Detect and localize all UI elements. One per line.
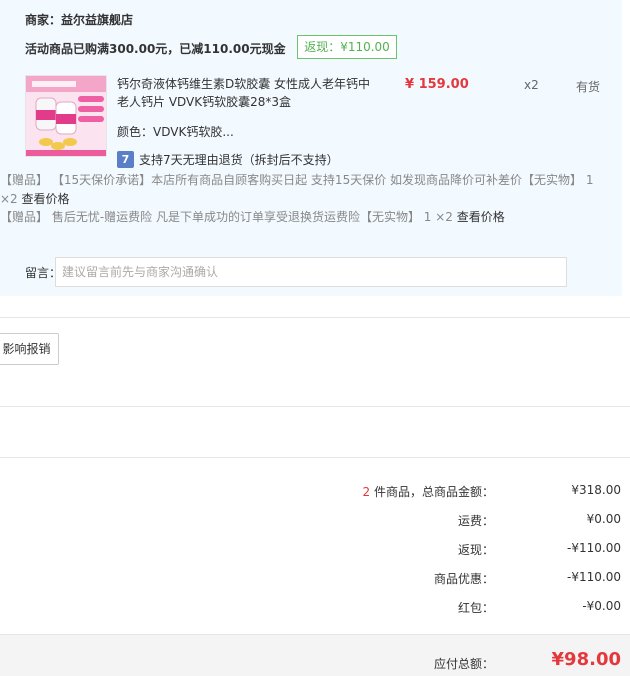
- rebate-amount: -¥110.00: [567, 541, 621, 555]
- discount-amount: -¥110.00: [567, 570, 621, 584]
- gift-text: 售后无忧-赠运费险 凡是下单成功的订单享受退换货运费险【无实物】 1 ×2: [51, 210, 453, 224]
- rebate-badge: 返现：¥110.00: [297, 35, 397, 59]
- view-price-link[interactable]: 查看价格: [22, 192, 70, 206]
- divider: [0, 317, 630, 318]
- gift-item: 【赠品】 售后无忧-赠运费险 凡是下单成功的订单享受退换货运费险【无实物】 1 …: [0, 208, 600, 227]
- merchant-name: 商家：益尔益旗舰店: [25, 13, 134, 27]
- redpack-label: 红包：: [457, 601, 494, 615]
- items-count-label: 2 件商品，总商品金额：: [362, 485, 494, 499]
- summary-rebate-row: 返现： -¥110.00: [0, 541, 630, 561]
- total-bar: 应付总额： ¥98.00: [0, 634, 630, 676]
- return-policy: 7 支持7天无理由退货（拆封后不支持）: [117, 151, 339, 168]
- shipping-amount: ¥0.00: [586, 512, 621, 526]
- summary-items-row: 2 件商品，总商品金额： ¥318.00: [0, 483, 630, 503]
- gift-tag: 【赠品】: [0, 173, 49, 187]
- summary-shipping-row: 运费： ¥0.00: [0, 512, 630, 532]
- shop-section: 商家：益尔益旗舰店 活动商品已购满300.00元，已减110.00元现金 返现：…: [0, 0, 622, 296]
- product-thumbnail[interactable]: [25, 75, 107, 157]
- seven-day-return-icon: 7: [117, 151, 134, 168]
- product-price: ¥ 159.00: [405, 77, 469, 92]
- message-input[interactable]: [55, 257, 567, 287]
- product-quantity: x2: [524, 78, 539, 92]
- gift-item: 【赠品】 【15天保价承诺】本店所有商品自顾客购买日起 支持15天保价 如发现商…: [0, 171, 600, 209]
- product-image-icon: [26, 76, 106, 156]
- promo-text: 活动商品已购满300.00元，已减110.00元现金: [25, 42, 286, 56]
- total-label: 应付总额：: [433, 657, 494, 671]
- rebate-label: 返现：: [457, 543, 494, 557]
- discount-label: 商品优惠：: [433, 572, 494, 586]
- return-policy-text: 支持7天无理由退货（拆封后不支持）: [139, 153, 339, 167]
- items-amount: ¥318.00: [571, 483, 621, 497]
- product-color: 颜色：VDVK钙软胶...: [117, 125, 234, 139]
- stock-status: 有货: [576, 80, 601, 94]
- summary-discount-row: 商品优惠： -¥110.00: [0, 570, 630, 590]
- gift-tag: 【赠品】: [0, 210, 49, 224]
- divider: [0, 406, 630, 407]
- gift-text: 【15天保价承诺】本店所有商品自顾客购买日起 支持15天保价 如发现商品降价可补…: [0, 173, 594, 206]
- view-price-link[interactable]: 查看价格: [457, 210, 505, 224]
- divider: [0, 457, 630, 458]
- total-amount: ¥98.00: [551, 649, 621, 670]
- affect-reimbursement-button[interactable]: 影响报销: [0, 333, 59, 365]
- order-page: 商家：益尔益旗舰店 活动商品已购满300.00元，已减110.00元现金 返现：…: [0, 0, 630, 676]
- summary-redpack-row: 红包： -¥0.00: [0, 599, 630, 619]
- shipping-label: 运费：: [457, 514, 494, 528]
- product-title-link[interactable]: 钙尔奇液体钙维生素D软胶囊 女性成人老年钙中老人钙片 VDVK钙软胶囊28*3盒: [117, 75, 375, 111]
- redpack-amount: -¥0.00: [582, 599, 621, 613]
